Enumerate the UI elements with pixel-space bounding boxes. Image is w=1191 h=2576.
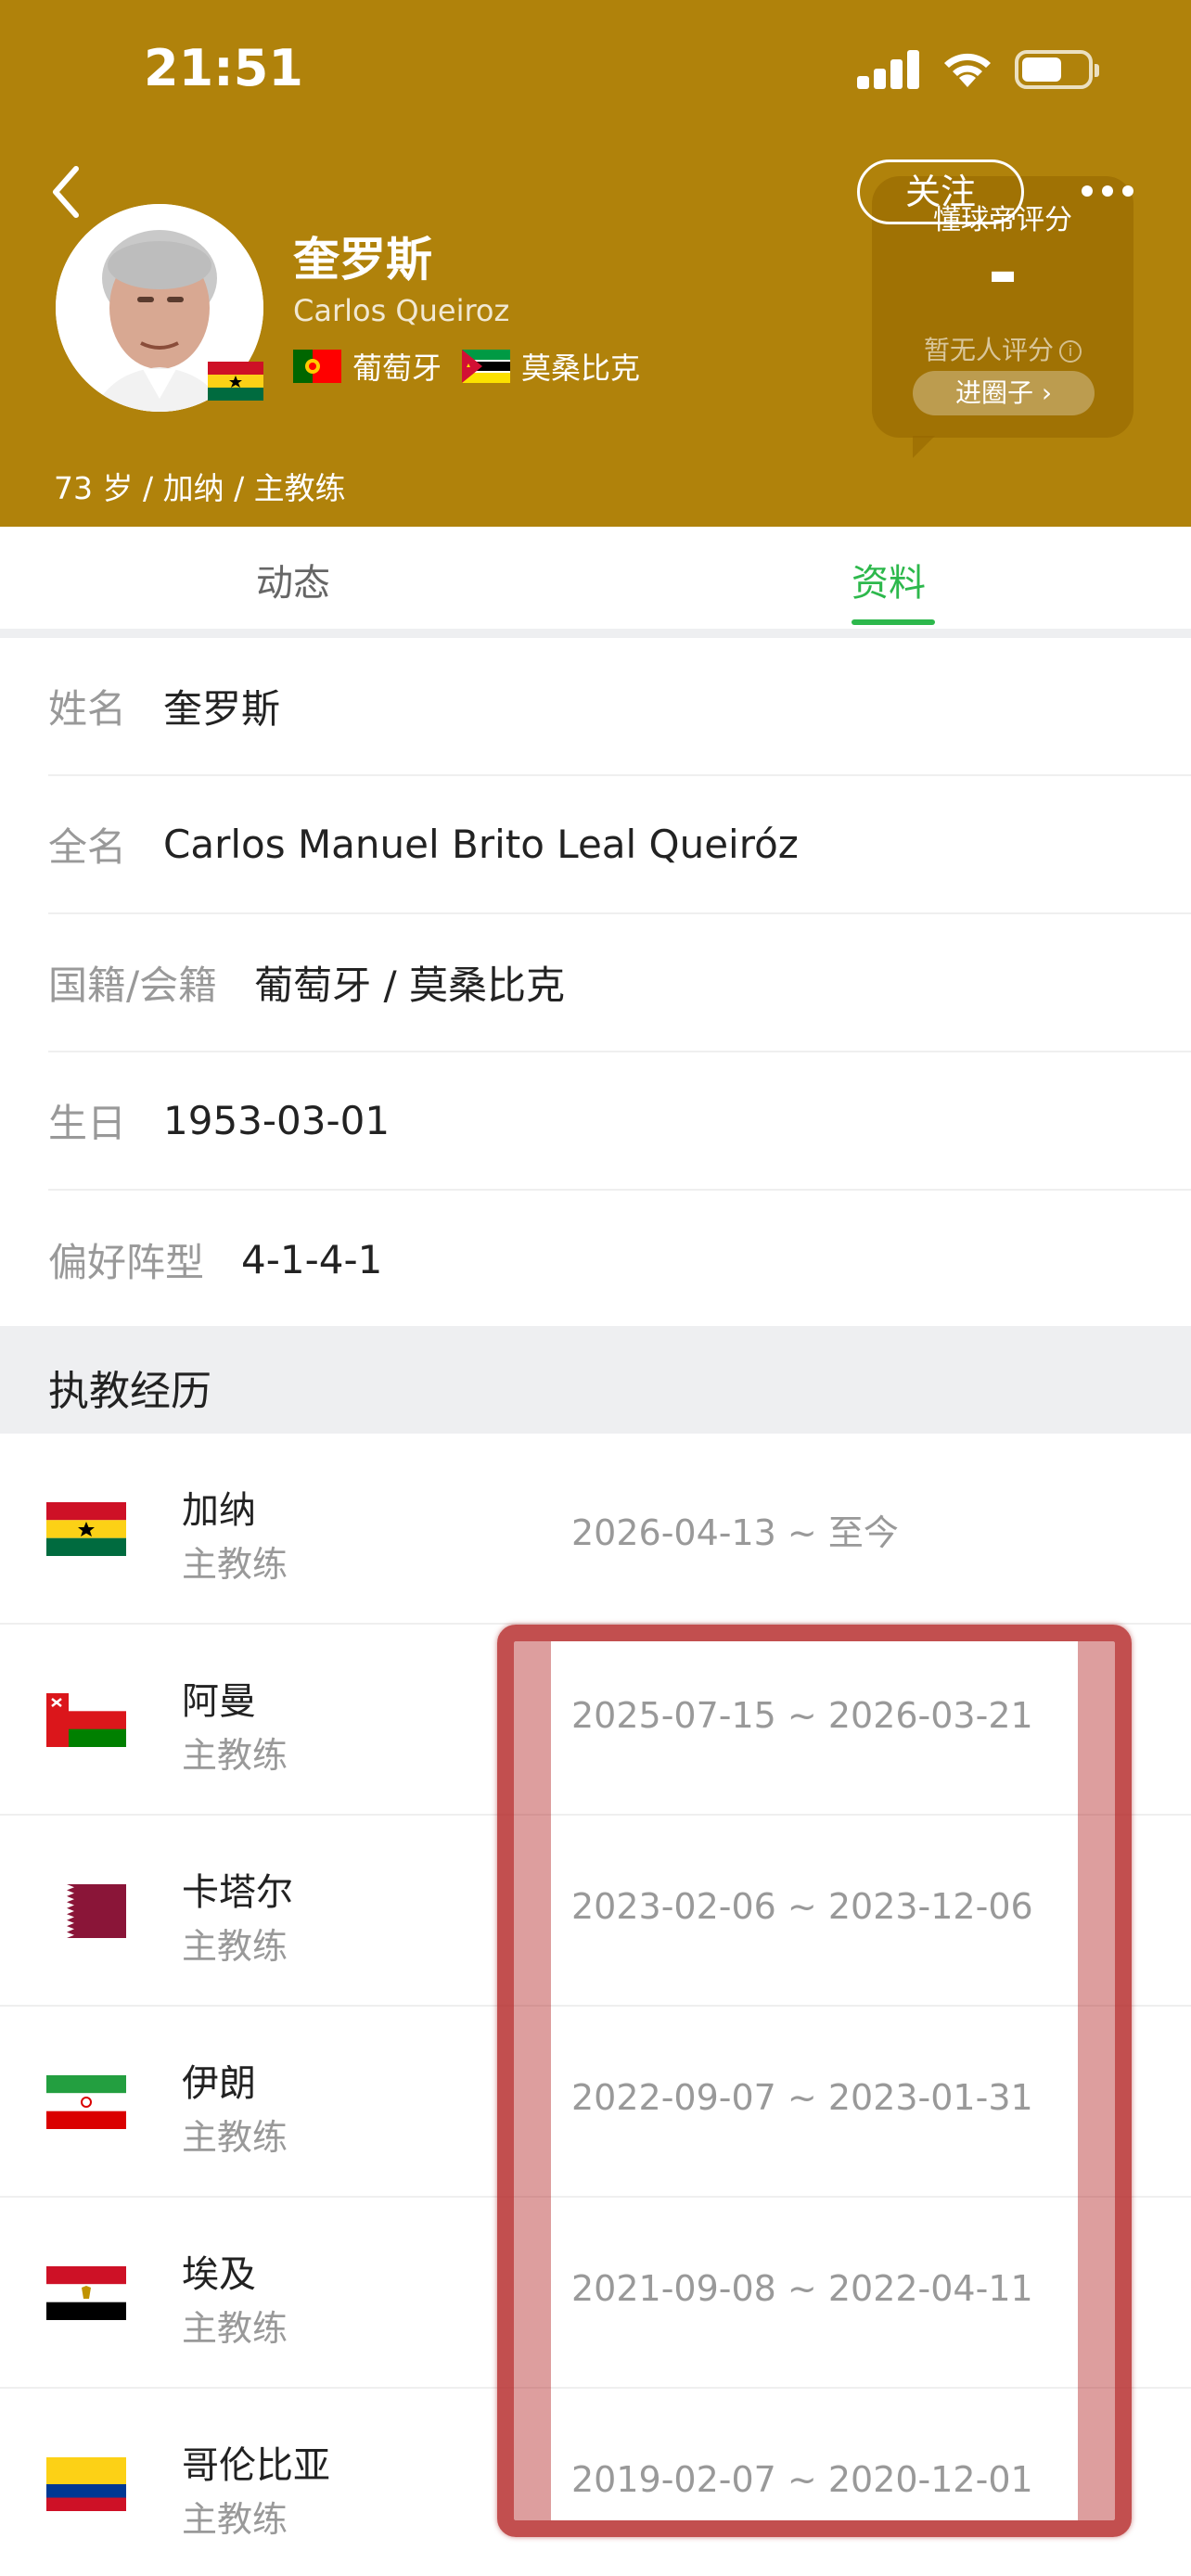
career-role: 主教练: [182, 1544, 288, 1585]
oman-flag-icon: [46, 1693, 126, 1747]
ghana-flag-icon: [46, 1502, 126, 1556]
wifi-icon: [944, 53, 991, 87]
coach-sub-info: 73 岁 / 加纳 / 主教练: [54, 470, 346, 506]
info-value: 1953-03-01: [163, 1098, 391, 1143]
active-tab-indicator: [852, 619, 935, 625]
follow-button[interactable]: 关注: [857, 159, 1024, 224]
portugal-flag-icon: [293, 350, 341, 383]
info-row-full-name: 全名 Carlos Manuel Brito Leal Queiróz: [48, 776, 1191, 914]
career-period: 2026-04-13 ~ 至今: [571, 1512, 899, 1553]
battery-icon: [1015, 50, 1099, 89]
cellular-signal-icon: [857, 48, 920, 89]
rating-value: -: [987, 232, 1018, 315]
info-label: 姓名: [48, 686, 127, 732]
info-label: 偏好阵型: [48, 1240, 205, 1285]
iran-flag-icon: [46, 2075, 126, 2129]
career-role: 主教练: [182, 2308, 288, 2349]
highlight-annotation: [497, 1625, 1132, 2537]
coach-name-cn: 奎罗斯: [293, 233, 432, 287]
colombia-flag-icon: [46, 2457, 126, 2511]
nationality-row: 葡萄牙 莫桑比克: [293, 345, 660, 388]
divider: [0, 629, 1191, 638]
career-role: 主教练: [182, 2499, 288, 2540]
career-team: 加纳: [182, 1489, 256, 1532]
info-label: 国籍/会籍: [48, 963, 218, 1008]
info-label: 全名: [48, 824, 127, 870]
career-section-title: 执教经历: [48, 1368, 211, 1415]
info-value: Carlos Manuel Brito Leal Queiróz: [163, 822, 799, 867]
tab-info[interactable]: 资料: [852, 553, 926, 606]
career-team: 阿曼: [182, 1680, 256, 1723]
career-team: 哥伦比亚: [182, 2444, 330, 2487]
more-options-icon[interactable]: [1082, 185, 1133, 200]
career-team: 卡塔尔: [182, 1871, 293, 1914]
info-row-formation: 偏好阵型 4-1-4-1: [48, 1191, 1191, 1329]
tab-bar: 动态 资料: [0, 527, 1191, 629]
career-role: 主教练: [182, 1735, 288, 1776]
info-row-birthday: 生日 1953-03-01: [48, 1052, 1191, 1191]
qatar-flag-icon: [67, 1884, 126, 1938]
egypt-flag-icon: [46, 2266, 126, 2320]
career-section-header: 执教经历: [0, 1326, 1191, 1434]
rating-sub-text: 暂无人评分: [923, 335, 1054, 365]
career-role: 主教练: [182, 2117, 288, 2158]
status-time: 21:51: [144, 39, 303, 97]
info-row-nationality: 国籍/会籍 葡萄牙 / 莫桑比克: [48, 914, 1191, 1052]
info-value: 奎罗斯: [163, 686, 281, 732]
career-team: 埃及: [182, 2253, 256, 2296]
profile-header: 21:51 奎罗斯 Carlos Queiroz 葡萄牙 莫桑比克 73 岁 /…: [0, 0, 1191, 527]
status-bar: 21:51: [0, 0, 1191, 139]
info-value: 葡萄牙 / 莫桑比克: [254, 963, 566, 1008]
info-icon[interactable]: i: [1059, 340, 1082, 363]
nationality-1: 葡萄牙: [352, 351, 442, 386]
career-row[interactable]: 加纳 主教练 2026-04-13 ~ 至今: [0, 1434, 1191, 1625]
info-label: 生日: [48, 1101, 127, 1146]
mozambique-flag-icon: [462, 350, 511, 383]
info-value: 4-1-4-1: [241, 1237, 383, 1282]
rating-sub: 暂无人评分 i: [872, 330, 1133, 367]
tab-dynamic[interactable]: 动态: [256, 553, 330, 606]
enter-circle-button[interactable]: 进圈子 ›: [913, 371, 1095, 415]
ghana-flag-icon: [208, 362, 263, 401]
coach-name-en: Carlos Queiroz: [293, 293, 510, 328]
back-arrow-icon[interactable]: [45, 159, 91, 224]
info-row-name: 姓名 奎罗斯: [48, 638, 1191, 776]
career-role: 主教练: [182, 1926, 288, 1967]
nationality-2: 莫桑比克: [521, 351, 641, 386]
career-team: 伊朗: [182, 2062, 256, 2105]
